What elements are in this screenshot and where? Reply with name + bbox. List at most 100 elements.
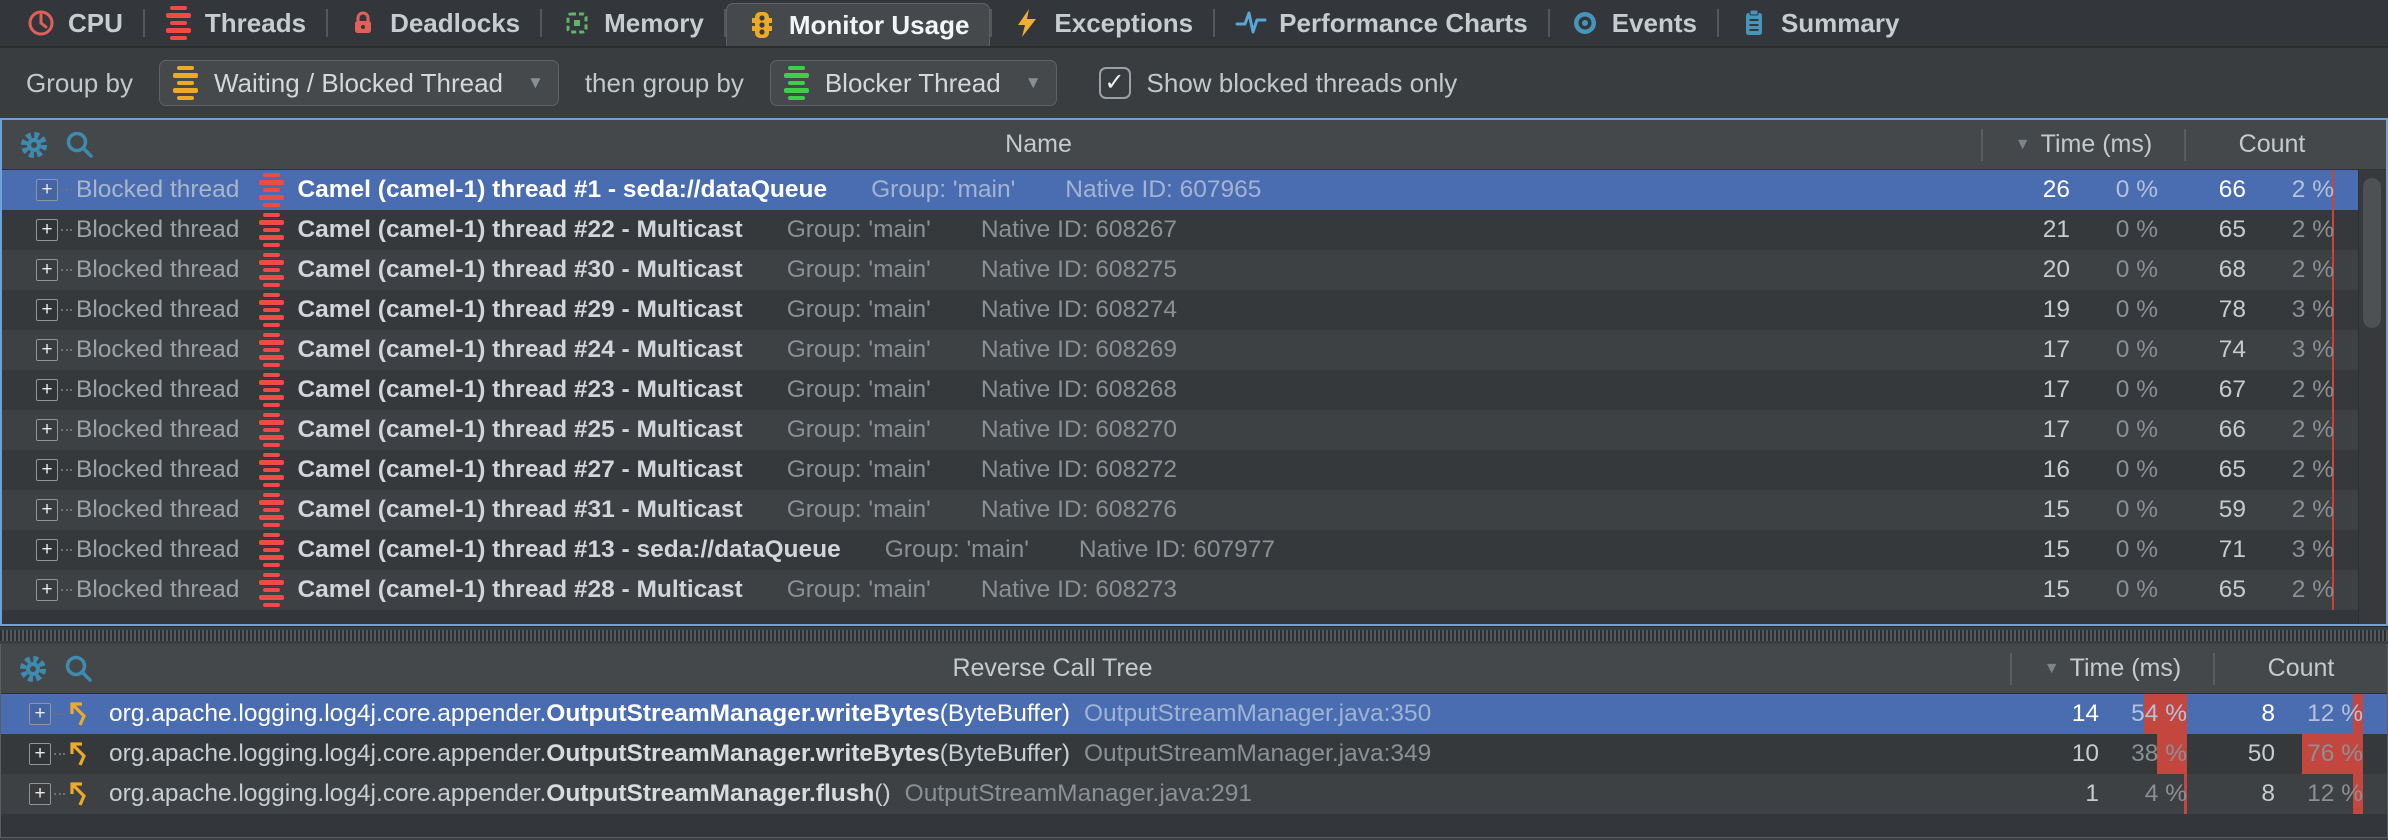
chevron-down-icon: ▼ (1025, 73, 1042, 93)
blocked-thread-row[interactable]: + Blocked thread Camel (camel-1) thread … (2, 330, 2358, 370)
call-tree-row[interactable]: + org.apache.logging.log4j.core.appender… (1, 694, 2387, 734)
blocked-thread-row[interactable]: + Blocked thread Camel (camel-1) thread … (2, 530, 2358, 570)
thread-state-label: Blocked thread (76, 376, 239, 404)
tab-performance-charts[interactable]: Performance Charts (1215, 0, 1548, 46)
count-value: 74 (2184, 336, 2246, 364)
expand-icon[interactable]: + (36, 299, 58, 321)
method-args: (ByteBuffer) (940, 740, 1070, 767)
show-blocked-threads-checkbox[interactable]: ✓ Show blocked threads only (1099, 67, 1458, 99)
thread-native-id: Native ID: 608268 (981, 376, 1177, 404)
tab-memory[interactable]: Memory (542, 0, 724, 46)
blocked-thread-row[interactable]: + Blocked thread Camel (camel-1) thread … (2, 250, 2358, 290)
eye-icon (1570, 8, 1600, 38)
tree-column-header[interactable]: Reverse Call Tree (95, 654, 2010, 683)
checkbox-box[interactable]: ✓ (1099, 67, 1131, 99)
time-ms-value: 17 (1955, 376, 2070, 404)
sort-desc-icon: ▼ (2015, 136, 2031, 154)
thread-group: Group: 'main' (787, 296, 931, 324)
thread-name: Camel (camel-1) thread #1 - seda://dataQ… (297, 176, 827, 204)
time-ms-value: 21 (1955, 216, 2070, 244)
blocked-thread-row[interactable]: + Blocked thread Camel (camel-1) thread … (2, 370, 2358, 410)
time-pct-value: 0 % (2116, 376, 2158, 404)
count-pct-value: 2 % (2292, 376, 2334, 404)
expand-icon[interactable]: + (36, 459, 58, 481)
expand-icon[interactable]: + (36, 539, 58, 561)
call-tree-row[interactable]: + org.apache.logging.log4j.core.appender… (1, 734, 2387, 774)
blocked-thread-icon (257, 452, 285, 488)
count-pct-cell: 2 % (2246, 170, 2334, 210)
gear-icon[interactable] (18, 129, 50, 161)
tab-deadlocks[interactable]: Deadlocks (328, 0, 540, 46)
time-pct-value: 0 % (2116, 176, 2158, 204)
scrollbar-thumb[interactable] (2363, 178, 2381, 328)
gear-icon[interactable] (17, 653, 49, 685)
tab-events[interactable]: Events (1550, 0, 1717, 46)
search-icon[interactable] (63, 653, 95, 685)
expand-icon[interactable]: + (29, 743, 51, 765)
time-column-header[interactable]: ▼Time (ms) (1983, 130, 2184, 159)
thread-name: Camel (camel-1) thread #24 - Multicast (297, 336, 742, 364)
expand-icon[interactable]: + (36, 219, 58, 241)
count-column-header[interactable]: Count (2215, 654, 2387, 683)
search-icon[interactable] (64, 129, 96, 161)
thread-name: Camel (camel-1) thread #22 - Multicast (297, 216, 742, 244)
expand-icon[interactable]: + (29, 783, 51, 805)
thread-name: Camel (camel-1) thread #30 - Multicast (297, 256, 742, 284)
threads-table-header: Name ▼Time (ms) Count (2, 120, 2386, 170)
thread-group: Group: 'main' (787, 216, 931, 244)
tab-label: Exceptions (1054, 8, 1193, 39)
time-pct-value: 4 % (2145, 780, 2187, 808)
source-reference: OutputStreamManager.java:350 (1084, 700, 1431, 727)
blocked-thread-icon (257, 292, 285, 328)
tab-cpu[interactable]: CPU (6, 0, 143, 46)
call-tree-row[interactable]: + org.apache.logging.log4j.core.appender… (1, 774, 2387, 814)
thread-state-label: Blocked thread (76, 216, 239, 244)
expand-icon[interactable]: + (36, 419, 58, 441)
count-value: 65 (2184, 576, 2246, 604)
blocked-thread-row[interactable]: + Blocked thread Camel (camel-1) thread … (2, 170, 2358, 210)
blocked-thread-row[interactable]: + Blocked thread Camel (camel-1) thread … (2, 290, 2358, 330)
expand-icon[interactable]: + (29, 703, 51, 725)
method-signature: org.apache.logging.log4j.core.appender.O… (109, 780, 1252, 808)
tab-summary[interactable]: Summary (1719, 0, 1920, 46)
count-pct-cell: 2 % (2246, 490, 2334, 530)
blocked-thread-row[interactable]: + Blocked thread Camel (camel-1) thread … (2, 570, 2358, 610)
blocked-thread-row[interactable]: + Blocked thread Camel (camel-1) thread … (2, 490, 2358, 530)
package-name: org.apache.logging.log4j.core.appender. (109, 740, 546, 767)
count-pct-cell: 2 % (2246, 250, 2334, 290)
thread-state-label: Blocked thread (76, 456, 239, 484)
blocked-thread-row[interactable]: + Blocked thread Camel (camel-1) thread … (2, 450, 2358, 490)
vertical-scrollbar[interactable] (2358, 170, 2386, 624)
tab-label: Deadlocks (390, 8, 520, 39)
tab-monitor-usage[interactable]: Monitor Usage (726, 3, 991, 46)
expand-icon[interactable]: + (36, 339, 58, 361)
group-by-label: Group by (26, 68, 133, 99)
blocked-thread-row[interactable]: + Blocked thread Camel (camel-1) thread … (2, 410, 2358, 450)
expand-icon[interactable]: + (36, 579, 58, 601)
group-by-dropdown[interactable]: Waiting / Blocked Thread ▼ (159, 60, 559, 106)
panel-splitter[interactable] (0, 626, 2388, 644)
thread-native-id: Native ID: 608276 (981, 496, 1177, 524)
profiler-monitor-usage-view: CPU Threads Deadlocks Memory Monitor Usa (0, 0, 2388, 840)
count-pct-value: 2 % (2292, 216, 2334, 244)
time-column-header[interactable]: ▼Time (ms) (2012, 654, 2213, 683)
expand-icon[interactable]: + (36, 379, 58, 401)
count-column-header[interactable]: Count (2186, 130, 2358, 159)
thread-native-id: Native ID: 608270 (981, 416, 1177, 444)
then-group-by-dropdown[interactable]: Blocker Thread ▼ (770, 60, 1057, 106)
time-ms-value: 16 (1955, 456, 2070, 484)
thread-state-label: Blocked thread (76, 496, 239, 524)
time-ms-value: 1 (1984, 780, 2099, 808)
blocked-thread-row[interactable]: + Blocked thread Camel (camel-1) thread … (2, 210, 2358, 250)
checkmark-icon: ✓ (1104, 71, 1124, 95)
thread-native-id: Native ID: 607965 (1065, 176, 1261, 204)
expand-icon[interactable]: + (36, 499, 58, 521)
name-column-header[interactable]: Name (96, 130, 1981, 159)
blocked-thread-icon (257, 412, 285, 448)
tab-threads[interactable]: Threads (145, 0, 326, 46)
method-name: OutputStreamManager.writeBytes (546, 700, 939, 727)
expand-icon[interactable]: + (36, 259, 58, 281)
expand-icon[interactable]: + (36, 179, 58, 201)
blocked-thread-icon (257, 212, 285, 248)
tab-exceptions[interactable]: Exceptions (992, 0, 1213, 46)
